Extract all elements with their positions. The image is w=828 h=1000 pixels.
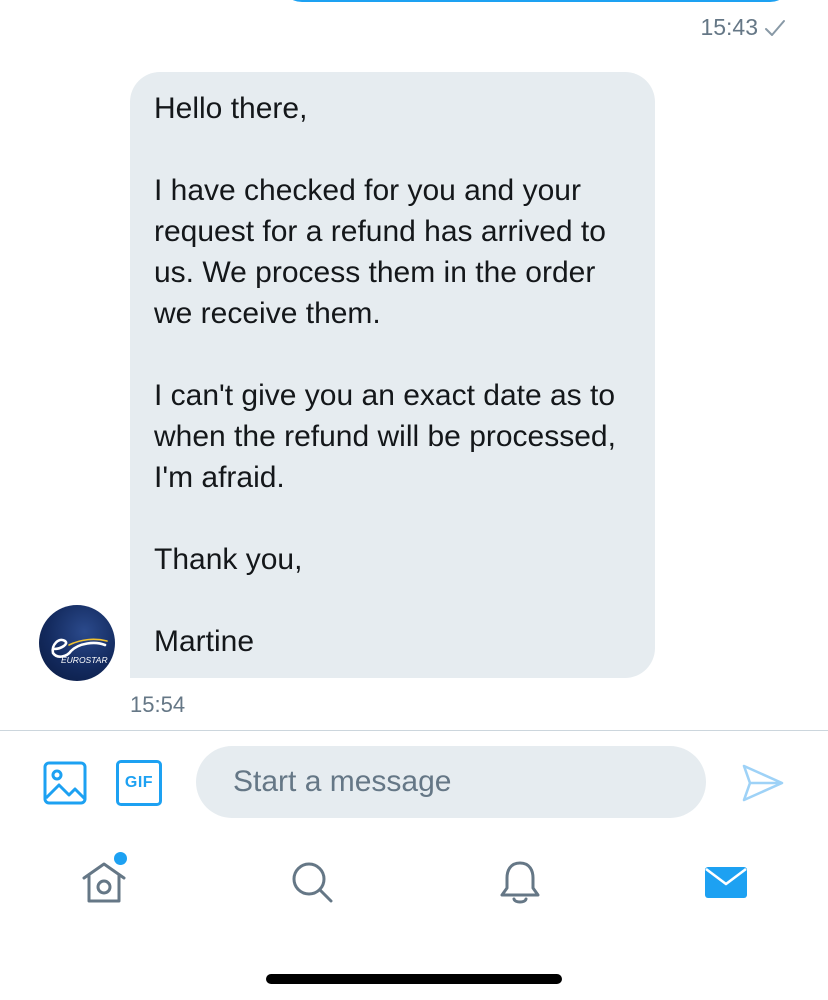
- avatar[interactable]: EUROSTAR: [39, 605, 115, 681]
- eurostar-logo: EUROSTAR: [51, 638, 108, 665]
- message-paragraph: Thank you,: [154, 543, 303, 576]
- send-icon[interactable]: [740, 760, 786, 806]
- outgoing-message-meta: 15:43: [700, 14, 786, 41]
- search-icon[interactable]: [286, 856, 338, 908]
- gif-label: GIF: [124, 774, 154, 791]
- avatar-text: EUROSTAR: [61, 655, 108, 665]
- incoming-message-bubble[interactable]: Hello there, I have checked for you and …: [130, 72, 655, 678]
- message-input[interactable]: [231, 764, 706, 800]
- composer-divider: [0, 730, 828, 731]
- check-icon: [765, 19, 785, 36]
- outgoing-message-time: 15:43: [700, 14, 758, 40]
- image-icon[interactable]: [42, 760, 88, 806]
- gif-button[interactable]: GIF: [116, 760, 162, 806]
- bell-icon[interactable]: [494, 856, 546, 908]
- message-paragraph: Martine: [154, 625, 255, 658]
- incoming-message-time: 15:54: [130, 692, 186, 717]
- dm-conversation-screen: 15:43 Hello there, I have checked for yo…: [0, 0, 828, 1000]
- home-indicator[interactable]: [266, 974, 562, 984]
- message-paragraph: Hello there,: [154, 92, 308, 125]
- mail-icon[interactable]: [700, 856, 752, 908]
- outgoing-message-bubble[interactable]: [280, 0, 792, 2]
- message-paragraph: I can't give you an exact date as to whe…: [154, 379, 616, 494]
- message-input-container[interactable]: [196, 746, 706, 818]
- notification-dot: [114, 852, 127, 865]
- message-paragraph: I have checked for you and your request …: [154, 174, 606, 330]
